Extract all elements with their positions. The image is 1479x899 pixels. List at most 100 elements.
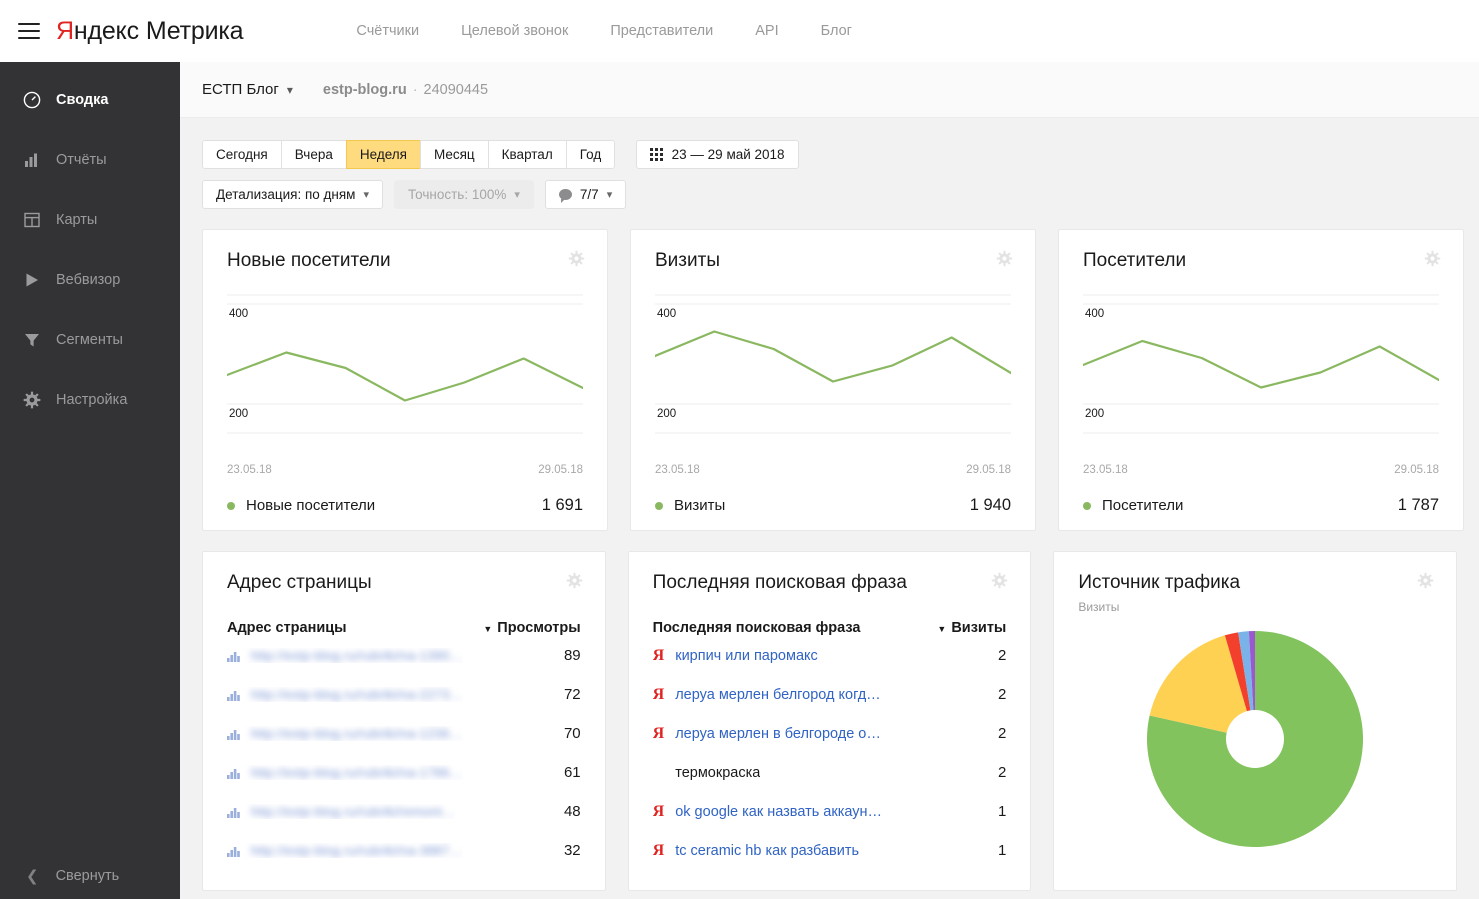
sidebar-item-summary[interactable]: Сводка bbox=[0, 80, 180, 120]
table-row[interactable]: Ятермокраска 2 bbox=[653, 753, 1006, 792]
chart-x-axis: 23.05.18 29.05.18 bbox=[227, 464, 583, 476]
table-row[interactable]: Ялеруа мерлен в белгороде о… 2 bbox=[653, 714, 1007, 753]
sort-descending-icon: ▼ bbox=[483, 624, 493, 634]
page-chart-icon bbox=[227, 768, 240, 779]
period-week[interactable]: Неделя bbox=[345, 140, 420, 169]
table-header: Адрес страницы ▼ Просмотры bbox=[227, 620, 581, 636]
accuracy-dropdown[interactable]: Точность: 100% ▾ bbox=[393, 180, 534, 209]
sidebar-item-webvisor[interactable]: Вебвизор bbox=[0, 260, 180, 300]
column-header-search-phrase[interactable]: Последняя поисковая фраза bbox=[653, 620, 861, 636]
pageviews-value: 72 bbox=[563, 686, 581, 703]
table-row[interactable]: http://estp-blog.ru/rubriki/na-1390… 89 bbox=[227, 636, 581, 675]
visits-value: 1 bbox=[997, 842, 1007, 859]
legend-label: Посетители bbox=[1102, 497, 1184, 514]
logo-metrika-text: Метрика bbox=[145, 16, 244, 45]
topnav-item-representatives[interactable]: Представители bbox=[589, 17, 734, 45]
search-phrase[interactable]: леруа мерлен в белгороде о… bbox=[675, 726, 881, 742]
page-chart-icon bbox=[227, 846, 240, 857]
period-today[interactable]: Сегодня bbox=[202, 140, 281, 169]
column-header-page-address[interactable]: Адрес страницы bbox=[227, 620, 347, 636]
sidebar-item-reports[interactable]: Отчёты bbox=[0, 140, 180, 180]
sidebar-collapse-label: Свернуть bbox=[55, 868, 120, 884]
period-year[interactable]: Год bbox=[565, 140, 616, 169]
table-row[interactable]: http://estp-blog.ru/rubriki/na-2273… 72 bbox=[227, 675, 581, 714]
gear-icon[interactable] bbox=[991, 572, 1008, 594]
bar-chart-icon bbox=[22, 150, 42, 170]
period-month[interactable]: Месяц bbox=[419, 140, 488, 169]
gear-icon[interactable] bbox=[1417, 572, 1434, 594]
chevron-down-icon: ▾ bbox=[606, 189, 613, 201]
table-row[interactable]: Яtc ceramic hb как разбавить 1 bbox=[653, 831, 1007, 870]
yandex-search-icon: Я bbox=[652, 685, 665, 703]
counter-name: ЕСТП Блог bbox=[202, 81, 279, 98]
topnav-item-blog[interactable]: Блог bbox=[800, 17, 873, 45]
detail-level-value: Детализация: по дням bbox=[216, 187, 356, 202]
sparkline-chart[interactable]: 200 400 bbox=[1083, 294, 1439, 462]
table-row[interactable]: http://estp-blog.ru/rubriki/na-3887… 32 bbox=[227, 831, 581, 870]
topnav-item-api[interactable]: API bbox=[734, 17, 799, 45]
topnav-item-counters[interactable]: Счётчики bbox=[335, 17, 440, 45]
date-range-value: 23 — 29 май 2018 bbox=[671, 147, 785, 162]
card-title: Адрес страницы bbox=[227, 572, 372, 593]
counter-site-info[interactable]: estp-blog.ru · 24090445 bbox=[323, 82, 488, 98]
logo-ya-letter: Я bbox=[56, 16, 74, 45]
card-title: Новые посетители bbox=[227, 250, 391, 271]
sidebar-collapse-button[interactable]: ❮ Свернуть bbox=[0, 867, 180, 885]
pageviews-value: 89 bbox=[563, 647, 581, 664]
x-axis-end: 29.05.18 bbox=[966, 464, 1011, 476]
table-row[interactable]: Якирпич или паромакс 2 bbox=[653, 636, 1007, 675]
sparkline-chart[interactable]: 200 400 bbox=[227, 294, 583, 462]
page-url: http://estp-blog.ru/rubriki/na-3887… bbox=[251, 843, 463, 858]
gear-icon[interactable] bbox=[566, 572, 583, 594]
table-row[interactable]: Ялеруа мерлен белгород когд… 2 bbox=[653, 675, 1007, 714]
yandex-search-icon: Я bbox=[652, 646, 665, 664]
column-header-visits[interactable]: ▼ Визиты bbox=[937, 620, 1006, 636]
sidebar-item-segments[interactable]: Сегменты bbox=[0, 320, 180, 360]
table-row[interactable]: http://estp-blog.ru/rubriki/na-1786… 61 bbox=[227, 753, 581, 792]
visits-value: 2 bbox=[997, 725, 1007, 742]
search-phrase[interactable]: ok google как назвать аккаун… bbox=[675, 804, 882, 820]
sparkline-chart[interactable]: 200 400 bbox=[655, 294, 1011, 462]
card-title: Источник трафика bbox=[1078, 572, 1241, 593]
funnel-icon bbox=[22, 330, 42, 350]
menu-burger-icon[interactable] bbox=[18, 23, 40, 39]
period-quarter[interactable]: Квартал bbox=[487, 140, 566, 169]
topnav-item-target-call[interactable]: Целевой звонок bbox=[440, 17, 589, 45]
counter-id: 24090445 bbox=[423, 81, 489, 98]
search-phrase[interactable]: леруа мерлен белгород когд… bbox=[675, 687, 880, 703]
yandex-search-icon: Я bbox=[652, 841, 665, 859]
sidebar-item-settings[interactable]: Настройка bbox=[0, 380, 180, 420]
period-yesterday[interactable]: Вчера bbox=[280, 140, 346, 169]
yandex-metrica-logo[interactable]: Яндекс Метрика bbox=[56, 16, 244, 46]
table-row[interactable]: http://estp-blog.ru/rubriki/na-1236… 70 bbox=[227, 714, 581, 753]
chevron-left-icon: ❮ bbox=[26, 868, 39, 885]
comments-dropdown[interactable]: 7/7 ▾ bbox=[544, 180, 627, 209]
column-header-pageviews[interactable]: ▼ Просмотры bbox=[483, 620, 580, 636]
date-range-picker[interactable]: 23 — 29 май 2018 bbox=[635, 140, 799, 169]
page-url: http://estp-blog.ru/rubriki/remont… bbox=[251, 804, 456, 819]
gear-icon[interactable] bbox=[1424, 250, 1441, 272]
breadcrumb-separator: · bbox=[412, 81, 418, 98]
traffic-source-donut-chart[interactable] bbox=[1078, 628, 1432, 850]
chart-legend: Новые посетители 1 691 bbox=[227, 496, 583, 515]
detail-level-dropdown[interactable]: Детализация: по дням ▾ bbox=[202, 180, 383, 209]
search-phrase[interactable]: tc ceramic hb как разбавить bbox=[675, 843, 859, 859]
search-phrase[interactable]: кирпич или паромакс bbox=[675, 648, 818, 664]
filters-second-row: Детализация: по дням ▾ Точность: 100% ▾ … bbox=[202, 180, 1457, 209]
table-row[interactable]: http://estp-blog.ru/rubriki/remont… 48 bbox=[227, 792, 581, 831]
search-phrase: термокраска bbox=[675, 764, 761, 781]
svg-text:400: 400 bbox=[657, 308, 676, 320]
page-url: http://estp-blog.ru/rubriki/na-2273… bbox=[251, 687, 463, 702]
legend-label: Визиты bbox=[674, 497, 726, 514]
gear-icon[interactable] bbox=[568, 250, 585, 272]
card-new-visitors: Новые посетители 200 400 23.05.18 29.05.1… bbox=[202, 229, 608, 531]
card-traffic-source: Источник трафика Визиты bbox=[1053, 551, 1457, 891]
chevron-down-icon: ▾ bbox=[514, 189, 520, 201]
gear-icon[interactable] bbox=[996, 250, 1013, 272]
counter-selector[interactable]: ЕСТП Блог ▾ bbox=[202, 81, 293, 98]
sidebar-item-maps[interactable]: Карты bbox=[0, 200, 180, 240]
cards-grid-row-2: Адрес страницы Адрес страницы ▼ Просмотры… bbox=[202, 551, 1457, 891]
page-url: http://estp-blog.ru/rubriki/na-1236… bbox=[251, 726, 463, 741]
gear-icon bbox=[22, 390, 42, 410]
table-row[interactable]: Яok google как назвать аккаун… 1 bbox=[653, 792, 1007, 831]
